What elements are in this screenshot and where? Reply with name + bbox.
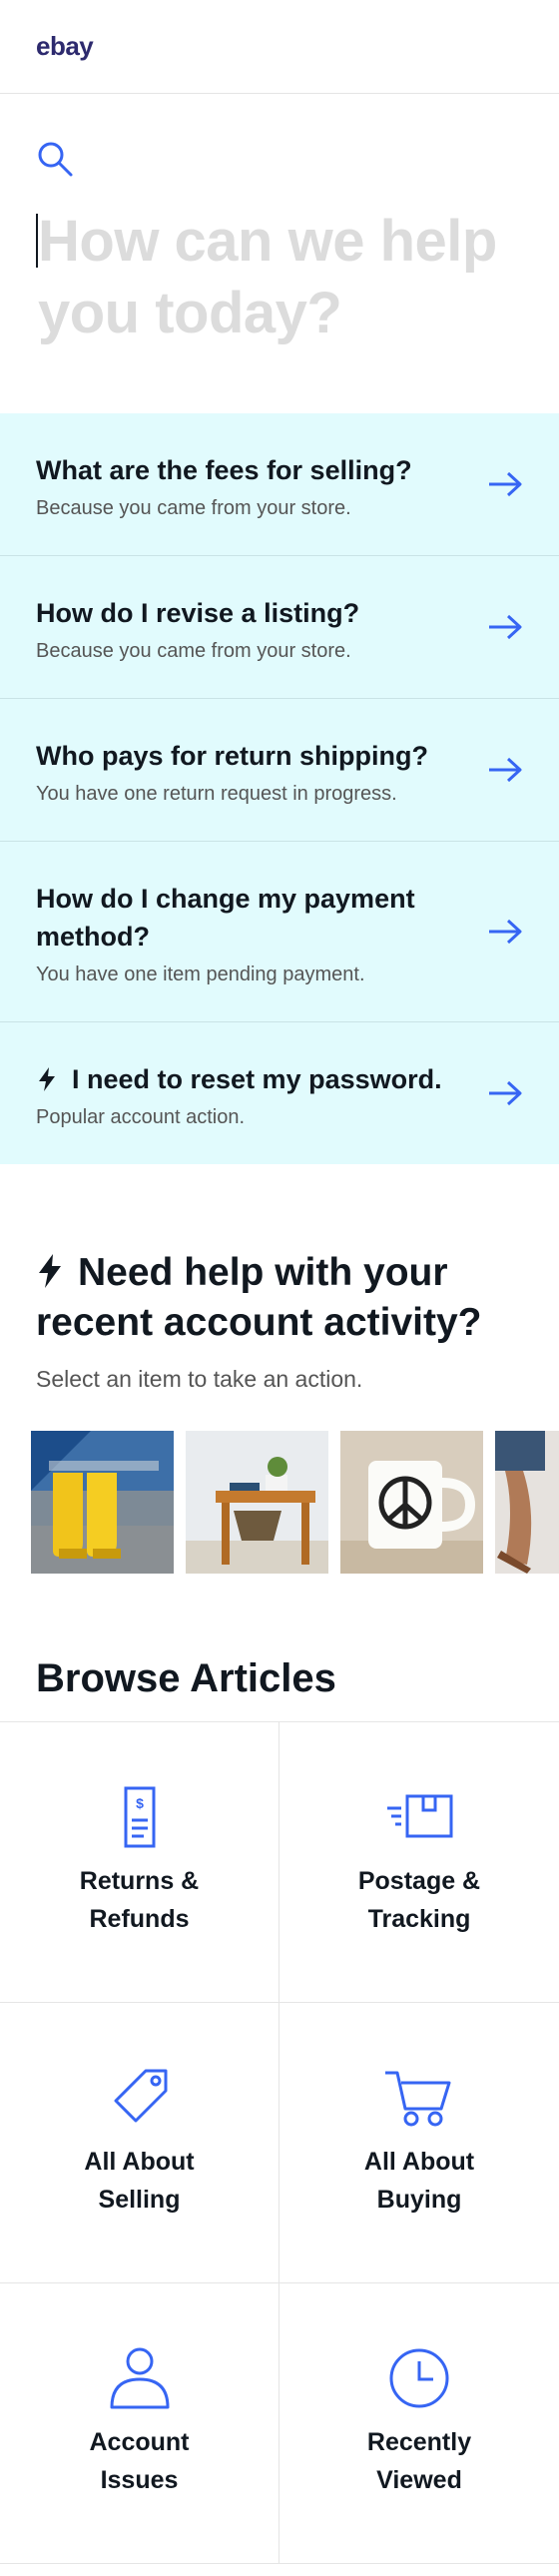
category-label: Recently Viewed bbox=[366, 2428, 472, 2494]
suggestion-subtitle: Because you came from your store. bbox=[36, 497, 351, 519]
package-icon bbox=[387, 1794, 453, 1838]
suggestion-subtitle: Popular account action. bbox=[36, 1106, 246, 1128]
suggestion-list: What are the fees for selling? Because y… bbox=[0, 413, 559, 1164]
category-postage-tracking[interactable]: Postage & Tracking bbox=[280, 1722, 559, 2003]
lightning-bolt-icon bbox=[39, 1254, 61, 1288]
search-icon[interactable] bbox=[36, 140, 74, 178]
suggestion-subtitle: You have one return request in progress. bbox=[36, 783, 397, 805]
category-returns-refunds[interactable]: $ Returns & Refunds bbox=[0, 1722, 280, 2003]
clock-icon bbox=[389, 2348, 449, 2408]
search-area: How can we help you today? bbox=[0, 94, 559, 413]
receipt-icon: $ bbox=[124, 1786, 155, 1848]
suggestion-return-shipping[interactable]: Who pays for return shipping? You have o… bbox=[0, 699, 559, 842]
account-activity-section: Need help with your recent account activ… bbox=[0, 1164, 559, 1393]
category-label: All About Selling bbox=[84, 2148, 195, 2214]
browse-articles-grid: $ Returns & Refunds Postage & Tracking A… bbox=[0, 1721, 559, 2564]
category-label: Returns & Refunds bbox=[79, 1867, 200, 1933]
category-label: All About Buying bbox=[363, 2148, 475, 2214]
arrow-right-icon bbox=[489, 1080, 522, 1106]
cart-icon bbox=[385, 2071, 451, 2127]
suggestion-reset-password[interactable]: I need to reset my password. Popular acc… bbox=[0, 1022, 559, 1164]
browse-articles-heading: Browse Articles bbox=[36, 1656, 336, 1700]
category-label: Account Issues bbox=[89, 2428, 190, 2494]
svg-text:$: $ bbox=[136, 1795, 144, 1811]
category-all-about-buying[interactable]: All About Buying bbox=[280, 2003, 559, 2283]
suggestion-title: I need to reset my password. bbox=[36, 1060, 469, 1098]
text-cursor bbox=[36, 214, 38, 268]
header: ebay bbox=[0, 0, 559, 94]
activity-subtitle: Select an item to take an action. bbox=[36, 1366, 363, 1392]
activity-item-yellow-boots[interactable] bbox=[31, 1431, 174, 1574]
activity-heading: Need help with your recent account activ… bbox=[36, 1251, 482, 1344]
category-all-about-selling[interactable]: All About Selling bbox=[0, 2003, 280, 2283]
activity-item-peace-mug[interactable] bbox=[340, 1431, 483, 1574]
lightning-bolt-icon bbox=[39, 1067, 55, 1091]
suggestion-title: How do I change my payment method? bbox=[36, 884, 415, 952]
suggestion-payment-method[interactable]: How do I change my payment method? You h… bbox=[0, 842, 559, 1022]
ebay-logo[interactable]: ebay bbox=[36, 31, 94, 62]
suggestion-title: How do I revise a listing? bbox=[36, 598, 360, 628]
category-account-issues[interactable]: Account Issues bbox=[0, 2283, 280, 2564]
suggestion-subtitle: Because you came from your store. bbox=[36, 640, 351, 662]
activity-item-sandals[interactable] bbox=[495, 1431, 559, 1574]
arrow-right-icon bbox=[489, 614, 522, 640]
category-recently-viewed[interactable]: Recently Viewed bbox=[280, 2283, 559, 2564]
suggestion-fees[interactable]: What are the fees for selling? Because y… bbox=[0, 413, 559, 556]
tag-icon bbox=[114, 2069, 167, 2123]
search-input[interactable]: How can we help you today? bbox=[36, 206, 523, 349]
category-label: Postage & Tracking bbox=[357, 1867, 481, 1933]
suggestion-revise-listing[interactable]: How do I revise a listing? Because you c… bbox=[0, 556, 559, 699]
arrow-right-icon bbox=[489, 757, 522, 783]
suggestion-title: What are the fees for selling? bbox=[36, 455, 412, 485]
suggestion-subtitle: You have one item pending payment. bbox=[36, 964, 365, 985]
arrow-right-icon bbox=[489, 919, 522, 945]
arrow-right-icon bbox=[489, 471, 522, 497]
activity-item-wooden-table[interactable] bbox=[186, 1431, 328, 1574]
suggestion-title: Who pays for return shipping? bbox=[36, 741, 428, 771]
search-placeholder: How can we help you today? bbox=[38, 209, 497, 345]
activity-items-carousel bbox=[0, 1431, 559, 1574]
person-icon bbox=[110, 2347, 169, 2409]
